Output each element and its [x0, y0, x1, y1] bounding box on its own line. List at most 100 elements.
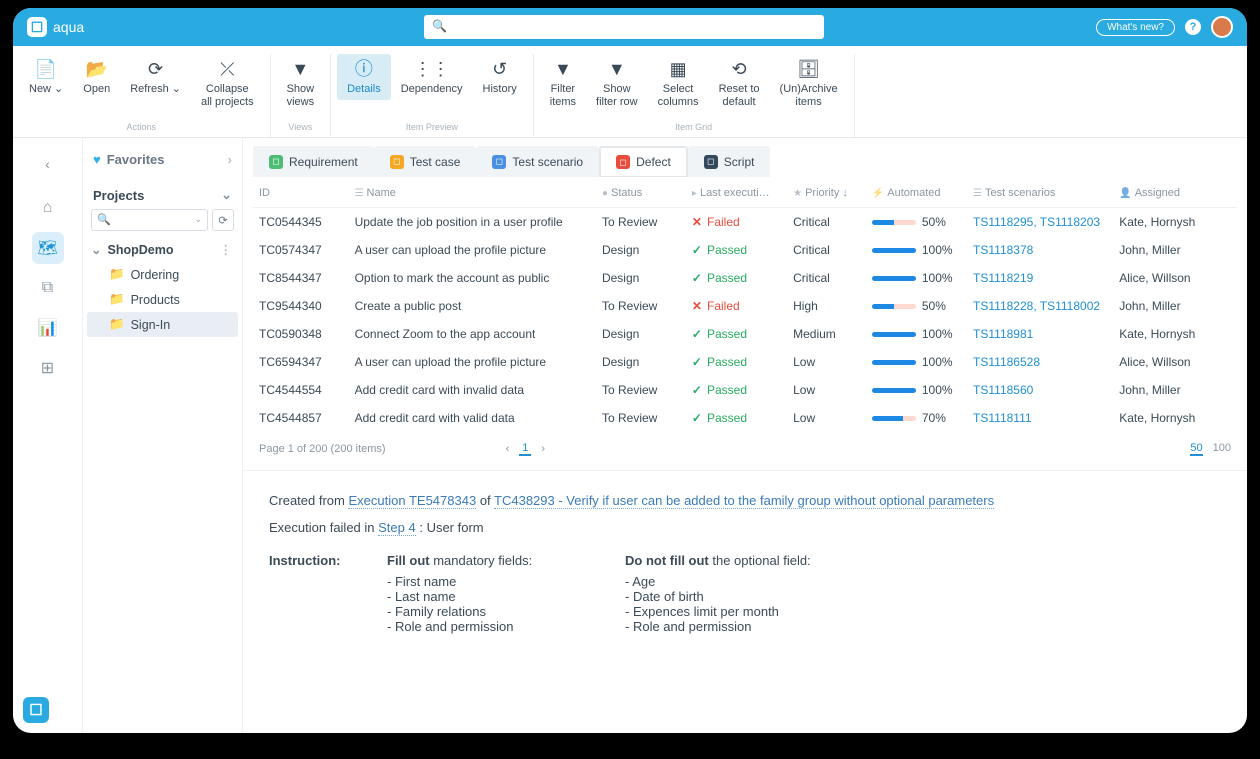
ribbon-new-button[interactable]: 📄New ⌄: [19, 54, 73, 112]
detail-of: of: [480, 493, 494, 508]
ribbon-open-button[interactable]: 📂Open: [73, 54, 120, 112]
help-icon[interactable]: ?: [1185, 19, 1201, 35]
testcase-link[interactable]: TC438293 - Verify if user can be added t…: [494, 493, 994, 509]
folder-icon: 📁: [109, 292, 125, 307]
floating-logo-icon[interactable]: ☐: [23, 697, 49, 723]
table-row[interactable]: TC0574347A user can upload the profile p…: [253, 236, 1237, 264]
ribbon-selcols-button[interactable]: ▦Selectcolumns: [648, 54, 709, 112]
cell-scenarios[interactable]: TS1118560: [967, 376, 1113, 404]
ts-icon: ◻: [492, 155, 506, 169]
table-row[interactable]: TC0590348Connect Zoom to the app account…: [253, 320, 1237, 348]
pagesize-50[interactable]: 50: [1190, 442, 1202, 456]
rail-reports-icon[interactable]: 📊: [32, 312, 64, 344]
cell-scenarios[interactable]: TS1118981: [967, 320, 1113, 348]
cell-scenarios[interactable]: TS1118295, TS1118203: [967, 208, 1113, 237]
cell-scenarios[interactable]: TS1118111: [967, 404, 1113, 432]
typetab-req[interactable]: ◻Requirement: [253, 146, 374, 177]
execution-link[interactable]: Execution TE5478343: [348, 493, 476, 509]
rail-home-icon[interactable]: ⌂: [32, 192, 64, 224]
ribbon-collapse-button[interactable]: ⤫Collapseall projects: [191, 54, 264, 112]
side-panel: ♥ Favorites › Projects ⌄ 🔍 ⌄ ⟳ ⌄ ShopDem…: [83, 138, 243, 733]
col-priority[interactable]: ★Priority ↓: [787, 177, 866, 208]
col1-head-rest: mandatory fields:: [430, 553, 533, 568]
col-status[interactable]: ●Status: [596, 177, 686, 208]
cell-exec: Passed: [686, 236, 787, 264]
cell-scenarios[interactable]: TS1118219: [967, 264, 1113, 292]
table-row[interactable]: TC0544345Update the job position in a us…: [253, 208, 1237, 237]
typetab-label: Defect: [636, 155, 671, 169]
cell-name: Add credit card with valid data: [349, 404, 596, 432]
more-icon[interactable]: ⋮: [220, 242, 233, 257]
folder-ordering[interactable]: 📁Ordering: [87, 262, 238, 287]
search-input[interactable]: [424, 15, 824, 39]
project-search-dd-icon[interactable]: ⌄: [194, 214, 202, 225]
ribbon-history-button[interactable]: ↺History: [473, 54, 527, 100]
main-area: ◻Requirement◻Test case ◻ Test scenario ◻Def…: [243, 138, 1247, 733]
whats-new-button[interactable]: What's new?: [1096, 19, 1175, 36]
list-item: Role and permission: [625, 619, 835, 634]
ribbon-collapse-label: Collapseall projects: [201, 83, 254, 108]
col-exec[interactable]: ▸Last executi…: [686, 177, 787, 208]
col-id[interactable]: ID: [253, 177, 349, 208]
ribbon-reset-button[interactable]: ⟲Reset todefault: [709, 54, 770, 112]
typetab-label: Test scenario: [512, 155, 583, 169]
chevron-down-icon: ⌄: [221, 187, 232, 203]
table-row[interactable]: TC9544340Create a public postTo ReviewFa…: [253, 292, 1237, 320]
ribbon-details-button[interactable]: ⓘDetails: [337, 54, 391, 100]
cell-automated: 100%: [866, 320, 967, 348]
cell-status: To Review: [596, 292, 686, 320]
table-row[interactable]: TC6594347A user can upload the profile p…: [253, 348, 1237, 376]
favorites-header[interactable]: ♥ Favorites ›: [87, 148, 238, 171]
pager-next-icon[interactable]: ›: [541, 443, 545, 455]
instruction-col-optional: Do not fill out the optional field: AgeD…: [625, 553, 835, 634]
cell-automated: 70%: [866, 404, 967, 432]
col-scenarios[interactable]: ☰Test scenarios: [967, 177, 1113, 208]
list-item: Role and permission: [387, 619, 597, 634]
cell-name: A user can upload the profile picture: [349, 236, 596, 264]
pager-current[interactable]: 1: [519, 442, 531, 456]
collapse-sidepanel-icon[interactable]: ‹: [32, 148, 64, 180]
rail-map-icon[interactable]: 🗺: [32, 232, 64, 264]
ribbon-showviews-button[interactable]: ▼Showviews: [277, 54, 325, 112]
cell-scenarios[interactable]: TS11186528: [967, 348, 1113, 376]
ribbon-dependency-button[interactable]: ⋮⋮Dependency: [391, 54, 473, 100]
cell-scenarios[interactable]: TS1118228, TS1118002: [967, 292, 1113, 320]
global-search: 🔍: [424, 15, 824, 39]
table-row[interactable]: TC8544347Option to mark the account as p…: [253, 264, 1237, 292]
ribbon-filteritems-button[interactable]: ▼Filteritems: [540, 54, 586, 112]
cell-name: Add credit card with invalid data: [349, 376, 596, 404]
col-automated[interactable]: ⚡Automated: [866, 177, 967, 208]
avatar[interactable]: [1211, 16, 1233, 38]
folder-sign-in[interactable]: 📁Sign-In: [87, 312, 238, 337]
ribbon-filterrow-button[interactable]: ▼Showfilter row: [586, 54, 648, 112]
projects-header[interactable]: Projects ⌄: [87, 171, 238, 209]
cell-id: TC6594347: [253, 348, 349, 376]
folder-products[interactable]: 📁Products: [87, 287, 238, 312]
ribbon-filterrow-label: Showfilter row: [596, 83, 638, 108]
rail-plugin-icon[interactable]: ⧉: [32, 272, 64, 304]
filteritems-icon: ▼: [554, 58, 572, 80]
pager-prev-icon[interactable]: ‹: [506, 443, 510, 455]
ribbon-refresh-button[interactable]: ⟳Refresh ⌄: [120, 54, 191, 112]
table-row[interactable]: TC4544554Add credit card with invalid da…: [253, 376, 1237, 404]
search-icon: 🔍: [432, 19, 447, 33]
col-name[interactable]: ☰Name: [349, 177, 596, 208]
reload-projects-icon[interactable]: ⟳: [212, 209, 234, 231]
ribbon-group-label: Item Preview: [406, 122, 458, 135]
cell-name: Connect Zoom to the app account: [349, 320, 596, 348]
step-link[interactable]: Step 4: [378, 520, 416, 536]
typetab-tc[interactable]: ◻Test case: [374, 146, 477, 177]
project-node-shopdemo[interactable]: ⌄ ShopDemo ⋮: [87, 237, 238, 262]
col-assigned[interactable]: 👤Assigned: [1113, 177, 1237, 208]
typetab-sc[interactable]: ◻Script: [688, 146, 771, 177]
table-row[interactable]: TC4544857Add credit card with valid data…: [253, 404, 1237, 432]
project-name: ShopDemo: [107, 243, 173, 257]
rail-grid-icon[interactable]: ⊞: [32, 352, 64, 384]
cell-assigned: Alice, Willson: [1113, 348, 1237, 376]
cell-exec: Failed: [686, 292, 787, 320]
ribbon-archive-button[interactable]: 🗄(Un)Archiveitems: [770, 54, 848, 112]
typetab-df[interactable]: ◻Defect: [599, 146, 688, 177]
cell-scenarios[interactable]: TS1118378: [967, 236, 1113, 264]
pagesize-100[interactable]: 100: [1213, 442, 1231, 456]
typetab-ts[interactable]: ◻ Test scenario: [476, 146, 599, 177]
